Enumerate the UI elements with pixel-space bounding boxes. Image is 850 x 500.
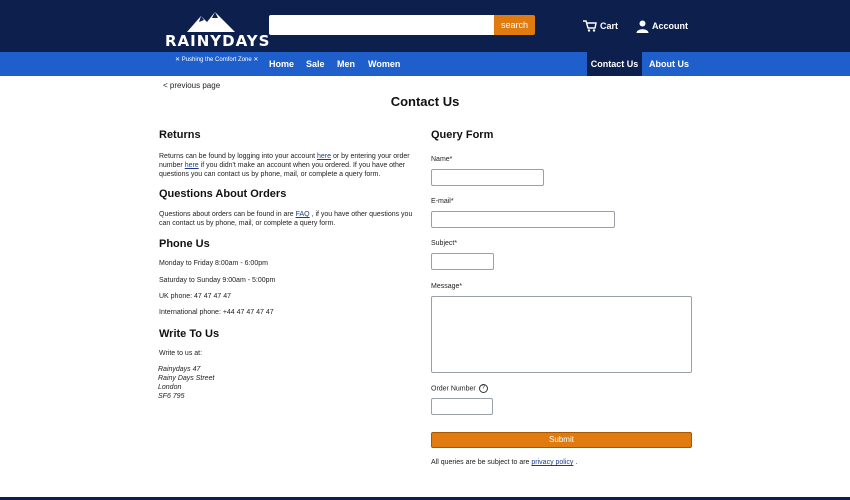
uk-phone: UK phone: 47 47 47 47	[159, 293, 232, 300]
privacy-policy-link[interactable]: privacy policy	[531, 459, 573, 466]
search-input[interactable]	[269, 15, 495, 35]
orders-text: Questions about orders can be found in a…	[159, 211, 413, 227]
cart-label: Cart	[600, 21, 619, 31]
message-label: Message*	[431, 283, 463, 290]
cart-icon	[583, 20, 597, 32]
address-line: London	[158, 384, 182, 391]
international-phone: International phone: +44 47 47 47 47	[159, 309, 274, 316]
hours-weekend: Saturday to Sunday 9:00am - 5:00pm	[159, 277, 276, 284]
submit-button[interactable]: Submit	[431, 432, 692, 448]
address-line: Rainydays 47	[158, 366, 201, 373]
order-number-field[interactable]	[431, 398, 493, 415]
address-line: Rainy Days Street	[158, 375, 215, 382]
query-form-heading: Query Form	[431, 129, 494, 141]
account-here-link[interactable]: here	[317, 153, 331, 160]
account-link[interactable]: Account	[636, 16, 688, 36]
tagline: ✕ Pushing the Comfort Zone ✕	[175, 57, 259, 63]
address-line: SF6 795	[158, 393, 185, 400]
privacy-note: All queries are be subject to are privac…	[431, 459, 578, 466]
logo-text: RAINYDAYS	[165, 32, 271, 50]
nav-men[interactable]: Men	[337, 52, 355, 76]
message-field[interactable]	[431, 296, 692, 373]
returns-text: Returns can be found by logging into you…	[159, 153, 410, 178]
orders-heading: Questions About Orders	[159, 188, 287, 200]
mountain-icon	[187, 12, 235, 32]
nav-women[interactable]: Women	[368, 52, 400, 76]
faq-link[interactable]: FAQ	[296, 211, 310, 218]
account-label: Account	[652, 21, 688, 31]
cart-link[interactable]: Cart	[583, 16, 618, 36]
nav-contact-us[interactable]: Contact Us	[587, 52, 642, 76]
order-number-label: Order Number?	[431, 384, 488, 393]
user-icon	[636, 20, 649, 33]
subject-label: Subject*	[431, 240, 458, 247]
phone-heading: Phone Us	[159, 238, 210, 250]
order-here-link[interactable]: here	[185, 162, 199, 169]
email-field[interactable]	[431, 211, 615, 228]
main-nav: ✕ Pushing the Comfort Zone ✕ Home Sale M…	[0, 52, 850, 76]
page-title: Contact Us	[390, 94, 460, 109]
returns-heading: Returns	[159, 129, 201, 141]
rainydays-logo[interactable]: RAINYDAYS	[165, 10, 271, 50]
nav-sale[interactable]: Sale	[306, 52, 325, 76]
top-header: RAINYDAYS search Cart Account	[0, 0, 850, 52]
help-icon[interactable]: ?	[478, 384, 488, 393]
name-label: Name*	[431, 156, 453, 163]
write-heading: Write To Us	[159, 328, 220, 340]
name-field[interactable]	[431, 169, 544, 186]
hours-weekday: Monday to Friday 8:00am - 6:00pm	[159, 260, 268, 267]
previous-page-link[interactable]: < previous page	[163, 81, 220, 90]
write-text: Write to us at:	[159, 350, 203, 357]
search-button[interactable]: search	[494, 15, 535, 35]
nav-about-us[interactable]: About Us	[649, 52, 689, 76]
postal-address: Rainydays 47 Rainy Days Street London SF…	[158, 365, 214, 401]
email-label: E-mail*	[431, 198, 454, 205]
subject-field[interactable]	[431, 253, 494, 270]
nav-home[interactable]: Home	[269, 52, 294, 76]
